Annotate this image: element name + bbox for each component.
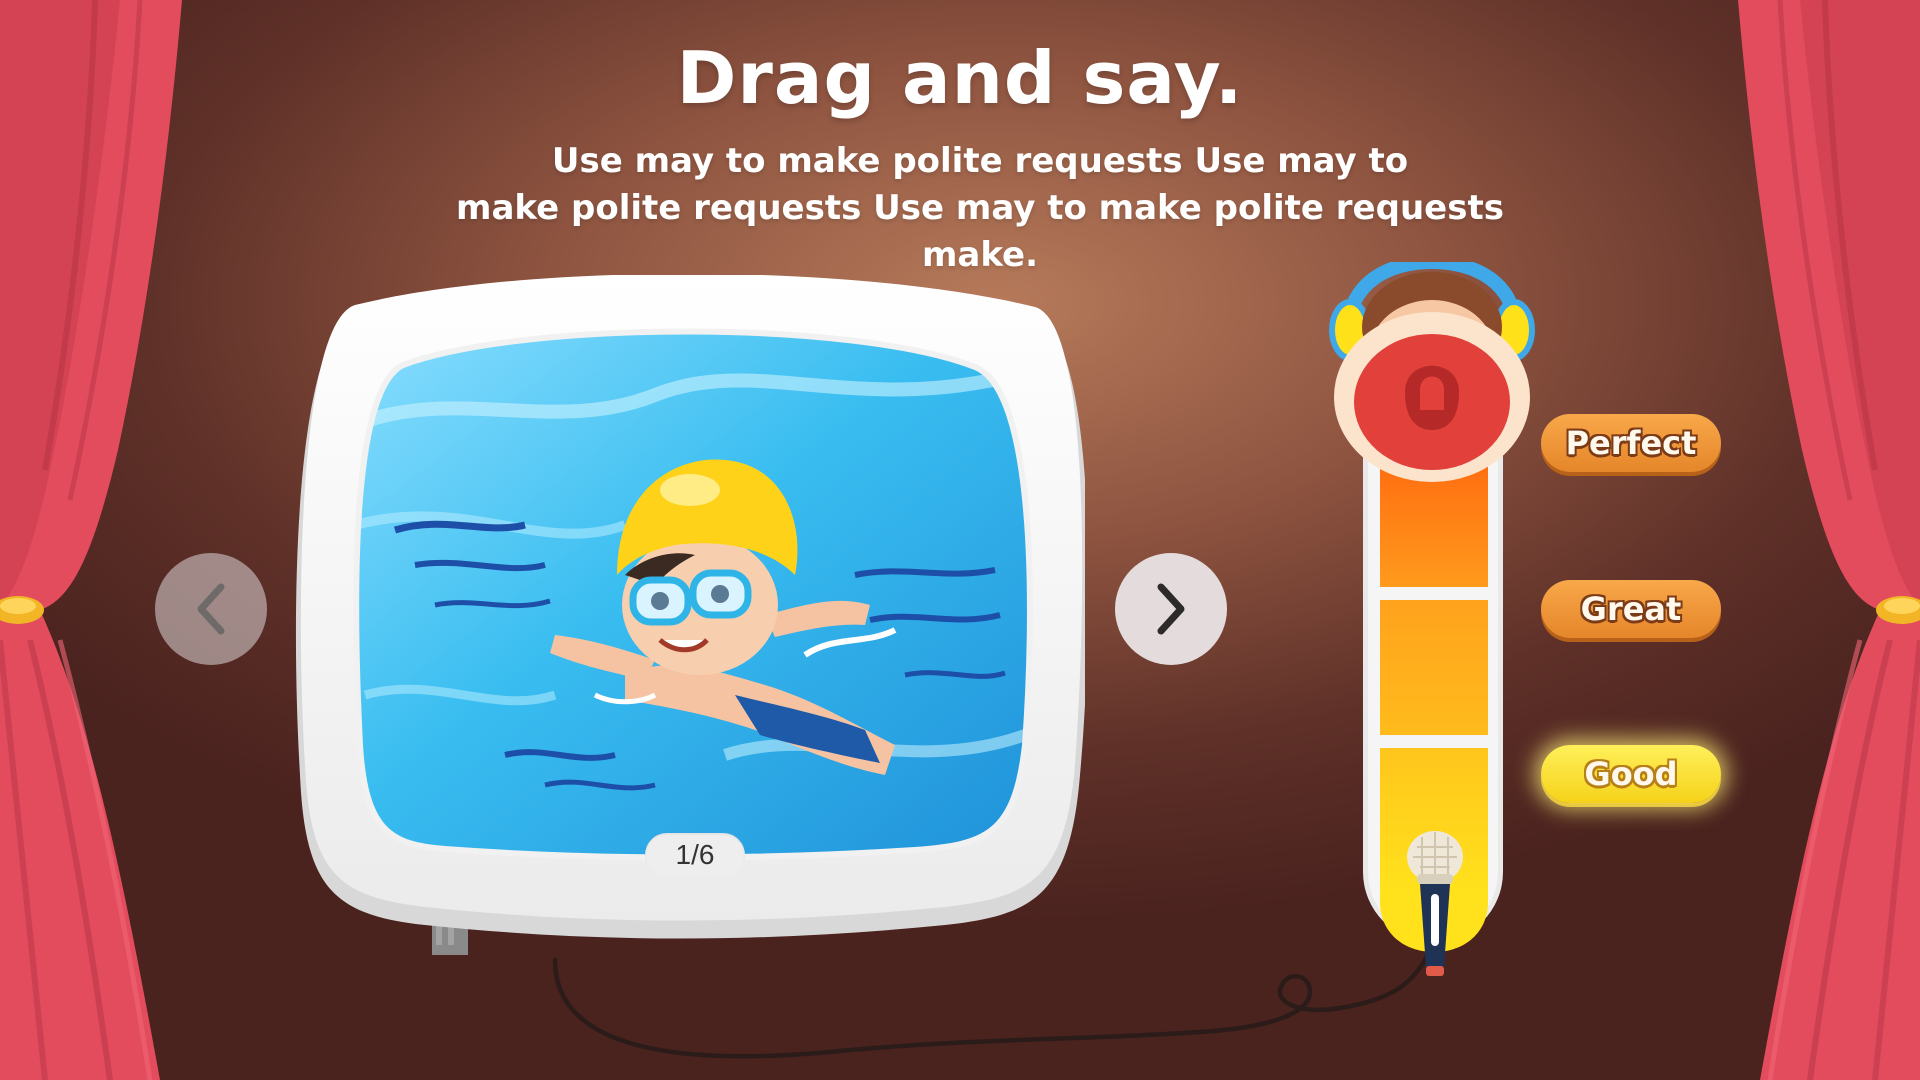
previous-button[interactable] xyxy=(155,553,267,665)
instruction-text: Use may to make polite requests Use may … xyxy=(430,138,1530,279)
chevron-right-icon xyxy=(1157,583,1185,635)
stage: Drag and say. Use may to make polite req… xyxy=(0,0,1920,1080)
page-title: Drag and say. xyxy=(676,36,1244,120)
chevron-left-icon xyxy=(197,583,225,635)
next-button[interactable] xyxy=(1115,553,1227,665)
score-badge-great: Great xyxy=(1541,580,1721,638)
score-badge-good: Good xyxy=(1541,745,1721,803)
instruction-line-1: Use may to make polite requests Use may … xyxy=(551,141,1409,181)
page-counter: 1/6 xyxy=(645,833,745,877)
monkey-mascot-icon xyxy=(1329,262,1535,482)
score-badge-perfect: Perfect xyxy=(1541,414,1721,472)
curtain-left xyxy=(0,0,182,1080)
voice-score-meter xyxy=(1329,262,1535,976)
curtain-right xyxy=(1738,0,1920,1080)
